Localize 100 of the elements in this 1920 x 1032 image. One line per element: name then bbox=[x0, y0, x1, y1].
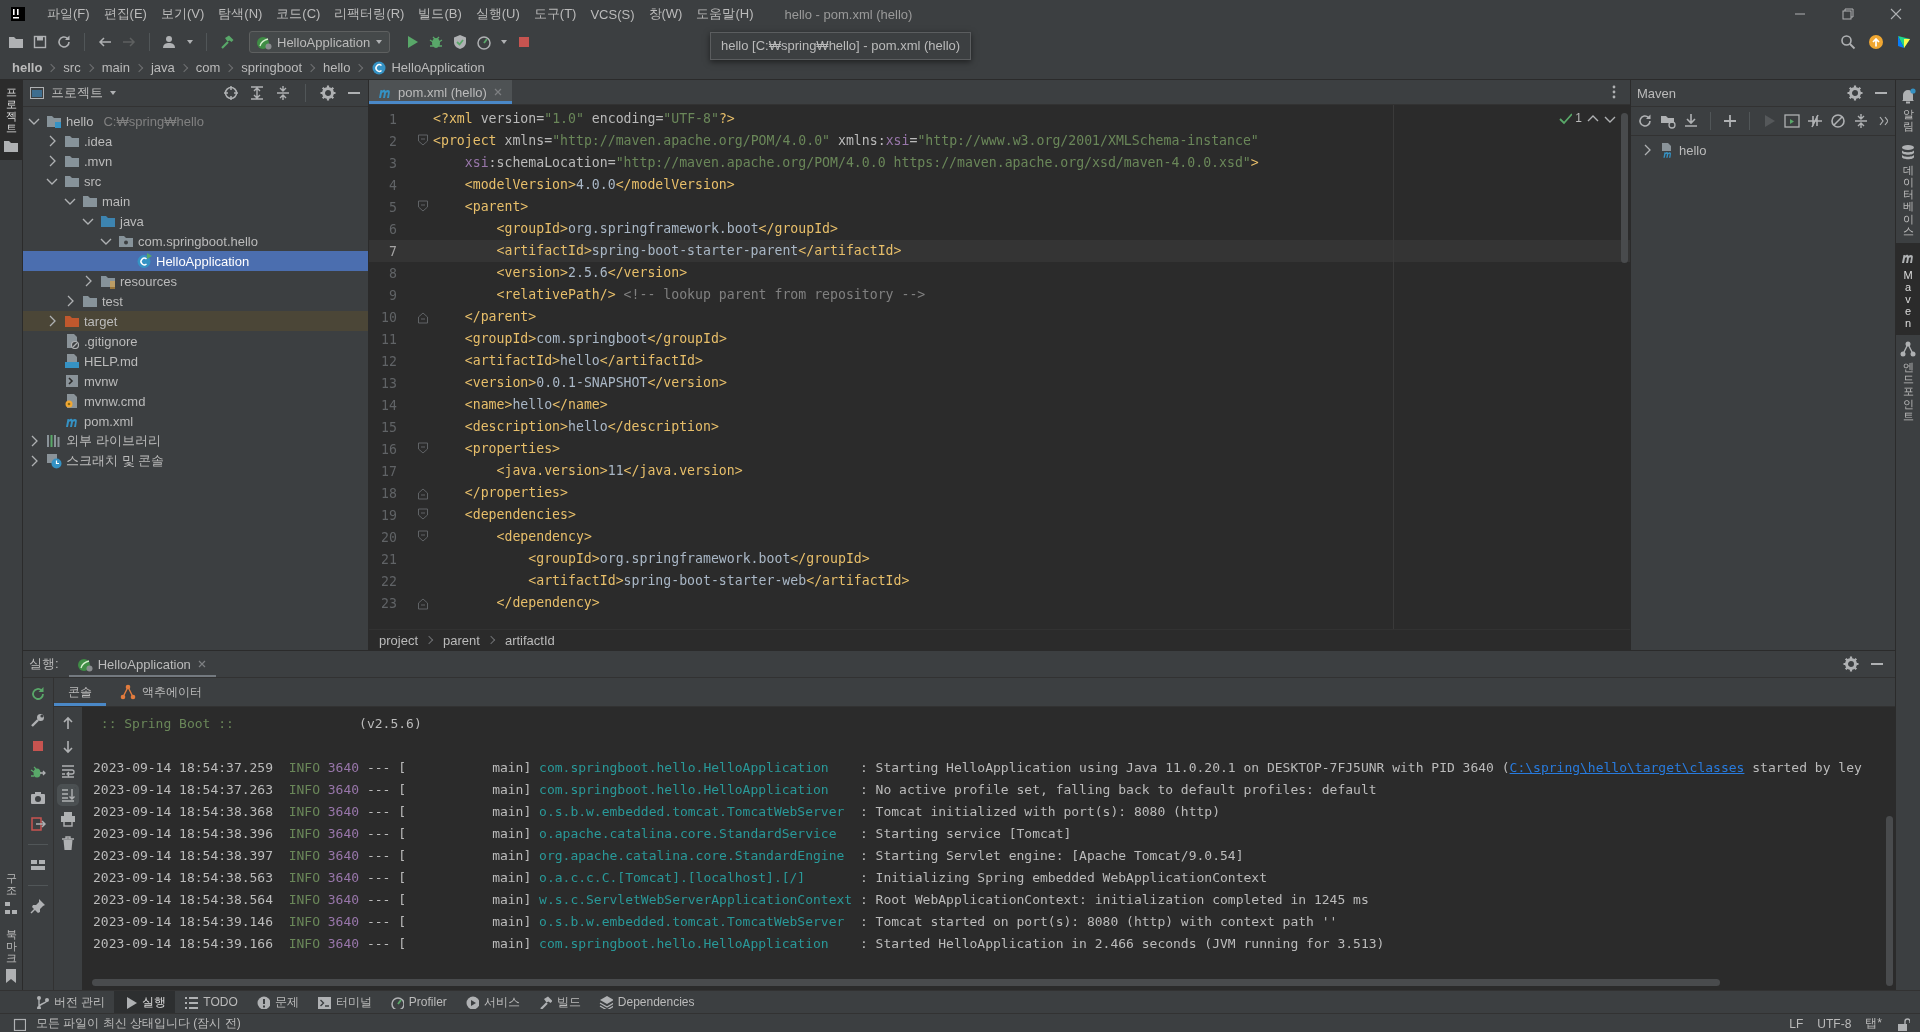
stop-icon[interactable] bbox=[30, 738, 46, 754]
breadcrumb[interactable]: hello bbox=[12, 60, 43, 75]
caret-icon[interactable] bbox=[500, 38, 509, 46]
tree-item[interactable]: com.springboot.hello bbox=[23, 231, 368, 251]
breadcrumb[interactable]: hello bbox=[323, 60, 351, 75]
menu-item[interactable]: 리팩터링(R) bbox=[327, 5, 412, 23]
gauge-icon[interactable] bbox=[476, 34, 493, 50]
breadcrumb[interactable]: HelloApplication bbox=[371, 59, 485, 76]
crosshair-icon[interactable] bbox=[223, 85, 239, 101]
panel-title[interactable]: 프로젝트 bbox=[29, 84, 117, 102]
breadcrumb[interactable]: java bbox=[150, 60, 175, 75]
tool-window-button[interactable]: 버전 관리 bbox=[26, 991, 115, 1013]
tree-item[interactable]: target bbox=[23, 311, 368, 331]
tool-window-button[interactable]: Profiler bbox=[380, 991, 456, 1013]
tree-item[interactable]: main bbox=[23, 191, 368, 211]
tree-item[interactable]: .gitignore bbox=[23, 331, 368, 351]
scrollbar-thumb[interactable] bbox=[92, 979, 1720, 986]
tree-item[interactable]: 외부 라이브러리 bbox=[23, 431, 368, 451]
tool-window-button[interactable]: 문제 bbox=[246, 991, 308, 1013]
console-tab[interactable]: 액추에이터 bbox=[106, 678, 216, 706]
breadcrumb[interactable]: springboot bbox=[241, 60, 302, 75]
menu-item[interactable]: 편집(E) bbox=[96, 5, 154, 23]
pin-icon[interactable] bbox=[30, 898, 46, 914]
tree-item[interactable]: pom.xml bbox=[23, 411, 368, 431]
tree-item[interactable]: mvnw bbox=[23, 371, 368, 391]
camera-icon[interactable] bbox=[30, 790, 46, 806]
menu-item[interactable]: 탐색(N) bbox=[211, 5, 270, 23]
print-icon[interactable] bbox=[60, 811, 76, 827]
tree-item[interactable]: java bbox=[23, 211, 368, 231]
save-icon[interactable] bbox=[32, 34, 48, 50]
settings-icon[interactable] bbox=[320, 85, 336, 101]
tree-item[interactable]: resources bbox=[23, 271, 368, 291]
menu-item[interactable]: 도구(T) bbox=[526, 5, 584, 23]
tool-window-button[interactable]: 서비스 bbox=[455, 991, 529, 1013]
collapse-all-icon[interactable] bbox=[1853, 113, 1869, 129]
breadcrumb[interactable]: main bbox=[101, 60, 130, 75]
file-link[interactable]: C:\spring\hello\target\classes bbox=[1509, 760, 1745, 775]
expand-all-icon[interactable] bbox=[249, 85, 265, 101]
hammer-icon[interactable] bbox=[219, 34, 235, 50]
status-indicator[interactable]: LF bbox=[1789, 1016, 1804, 1031]
terminal-window-icon[interactable] bbox=[1784, 113, 1800, 129]
folder-refresh-icon[interactable] bbox=[1660, 113, 1676, 129]
scrollbar-thumb[interactable] bbox=[1621, 113, 1628, 263]
menu-item[interactable]: 도움말(H) bbox=[689, 5, 761, 23]
tree-item[interactable]: 스크래치 및 콘솔 bbox=[23, 451, 368, 471]
menu-item[interactable]: 실행(U) bbox=[468, 5, 527, 23]
bug-icon[interactable] bbox=[428, 34, 445, 50]
console-tab[interactable]: 콘솔 bbox=[54, 678, 106, 706]
settings-icon[interactable] bbox=[1847, 85, 1863, 101]
trash-icon[interactable] bbox=[60, 835, 76, 851]
menu-item[interactable]: 빌드(B) bbox=[411, 5, 469, 23]
arrow-down-icon[interactable] bbox=[60, 739, 76, 755]
cancel-icon[interactable] bbox=[1830, 113, 1846, 129]
run-tab[interactable]: HelloApplication bbox=[68, 651, 216, 677]
folder-icon[interactable] bbox=[8, 34, 24, 50]
menu-item[interactable]: 보기(V) bbox=[153, 5, 212, 23]
tool-window-button[interactable]: 데이터베이스 bbox=[1896, 138, 1920, 243]
tool-window-button[interactable]: Maven bbox=[1896, 242, 1920, 336]
menu-item[interactable]: 창(W) bbox=[641, 5, 690, 23]
search-icon[interactable] bbox=[1840, 34, 1856, 50]
plugin-icon[interactable] bbox=[1896, 34, 1912, 50]
soft-wrap-icon[interactable] bbox=[60, 763, 76, 779]
close-icon[interactable] bbox=[1888, 6, 1904, 22]
layout-icon[interactable] bbox=[30, 857, 46, 873]
collapse-all-icon[interactable] bbox=[275, 85, 291, 101]
tree-item[interactable]: .idea bbox=[23, 131, 368, 151]
refresh-icon[interactable] bbox=[1637, 113, 1653, 129]
breadcrumb[interactable]: artifactId bbox=[504, 632, 555, 648]
check-icon[interactable] bbox=[1558, 111, 1573, 125]
tool-window-button[interactable]: 실행 bbox=[114, 991, 176, 1013]
tree-item[interactable]: HELP.md bbox=[23, 351, 368, 371]
breadcrumb[interactable]: parent bbox=[443, 632, 480, 648]
person-icon[interactable] bbox=[162, 34, 178, 50]
scrollbar-thumb[interactable] bbox=[1886, 816, 1893, 986]
refresh-icon[interactable] bbox=[56, 34, 72, 50]
run-config-dropdown[interactable]: HelloApplication bbox=[249, 31, 391, 53]
tool-window-button[interactable]: 북마크 bbox=[0, 921, 22, 990]
tree-item[interactable]: HelloApplication bbox=[23, 251, 368, 271]
status-indicator[interactable]: UTF-8 bbox=[1817, 1016, 1852, 1031]
tool-window-button[interactable]: 알림 bbox=[1896, 82, 1920, 139]
tree-item[interactable]: src bbox=[23, 171, 368, 191]
breadcrumb[interactable]: project bbox=[379, 632, 419, 648]
padlock-icon[interactable] bbox=[1896, 1016, 1910, 1031]
wrench-icon[interactable] bbox=[30, 712, 46, 728]
toggle-icon[interactable] bbox=[1807, 113, 1823, 129]
exit-icon[interactable] bbox=[30, 816, 46, 832]
tree-item[interactable]: hello bbox=[1631, 140, 1895, 160]
tree-item[interactable]: .mvn bbox=[23, 151, 368, 171]
rerun-icon[interactable] bbox=[30, 686, 46, 702]
scroll-to-end-icon[interactable] bbox=[60, 787, 76, 803]
bug-icon[interactable] bbox=[30, 764, 46, 780]
tool-window-button[interactable]: Dependencies bbox=[589, 991, 704, 1013]
tool-window-button[interactable]: 프로젝트 bbox=[0, 80, 22, 161]
tool-window-button[interactable]: 구조 bbox=[0, 865, 22, 922]
menu-item[interactable]: 코드(C) bbox=[269, 5, 328, 23]
update-icon[interactable] bbox=[1868, 34, 1884, 50]
tool-window-button[interactable]: 빌드 bbox=[528, 991, 590, 1013]
plus-icon[interactable] bbox=[1722, 113, 1738, 129]
caret-icon[interactable] bbox=[186, 38, 194, 46]
editor-tab[interactable]: pom.xml (hello) bbox=[369, 80, 512, 104]
